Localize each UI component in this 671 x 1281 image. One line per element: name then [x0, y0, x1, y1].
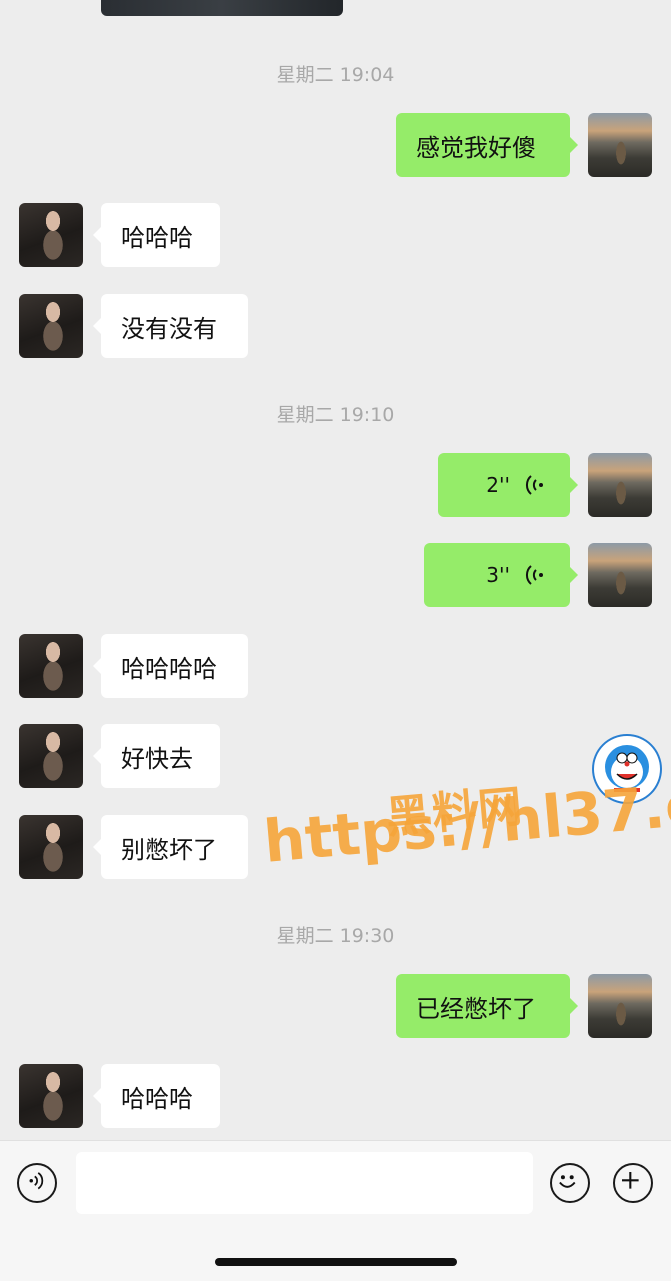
contact-avatar[interactable]	[19, 203, 83, 267]
voice-wave-icon	[525, 565, 543, 585]
contact-avatar[interactable]	[19, 1064, 83, 1128]
emoji-button[interactable]	[550, 1163, 590, 1203]
message-text: 哈哈哈	[121, 1084, 193, 1113]
voice-wave-icon	[525, 475, 543, 495]
home-indicator[interactable]	[215, 1258, 457, 1266]
voice-duration: 2''	[486, 473, 510, 497]
message-text: 感觉我好傻	[416, 133, 536, 162]
message-text: 没有没有	[121, 314, 217, 343]
message-text: 好快去	[121, 744, 193, 773]
timestamp: 星期二 19:30	[276, 925, 395, 947]
plus-button[interactable]	[613, 1163, 653, 1203]
message-text: 已经憋坏了	[416, 994, 536, 1023]
emoji-icon	[559, 1175, 576, 1188]
voice-mode-icon	[29, 1172, 44, 1190]
message-bubble-in[interactable]: 没有没有	[93, 294, 248, 358]
voice-mode-button[interactable]	[17, 1163, 57, 1203]
my-avatar[interactable]	[588, 113, 652, 177]
my-avatar[interactable]	[588, 974, 652, 1038]
image-message[interactable]	[101, 0, 343, 16]
message-text: 别憋坏了	[121, 835, 217, 864]
message-bubble-out[interactable]: 已经憋坏了	[396, 974, 578, 1038]
message-bubble-in[interactable]: 哈哈哈	[93, 1064, 220, 1128]
message-input[interactable]	[76, 1152, 533, 1214]
my-avatar[interactable]	[588, 453, 652, 517]
message-bubble-in[interactable]: 别憋坏了	[93, 815, 248, 879]
my-avatar[interactable]	[588, 543, 652, 607]
contact-avatar[interactable]	[19, 294, 83, 358]
message-bubble-in[interactable]: 好快去	[93, 724, 220, 788]
timestamp: 星期二 19:04	[276, 64, 395, 86]
timestamp: 星期二 19:10	[276, 404, 395, 426]
message-text: 哈哈哈	[121, 223, 193, 252]
message-text: 哈哈哈哈	[121, 654, 217, 683]
voice-message-bubble[interactable]: 3''	[424, 543, 578, 607]
message-bubble-in[interactable]: 哈哈哈	[93, 203, 220, 267]
voice-message-bubble[interactable]: 2''	[438, 453, 578, 517]
contact-avatar[interactable]	[19, 724, 83, 788]
contact-avatar[interactable]	[19, 634, 83, 698]
voice-duration: 3''	[486, 563, 510, 587]
message-bubble-in[interactable]: 哈哈哈哈	[93, 634, 248, 698]
message-bubble-out[interactable]: 感觉我好傻	[396, 113, 578, 177]
plus-icon	[622, 1172, 639, 1189]
contact-avatar[interactable]	[19, 815, 83, 879]
